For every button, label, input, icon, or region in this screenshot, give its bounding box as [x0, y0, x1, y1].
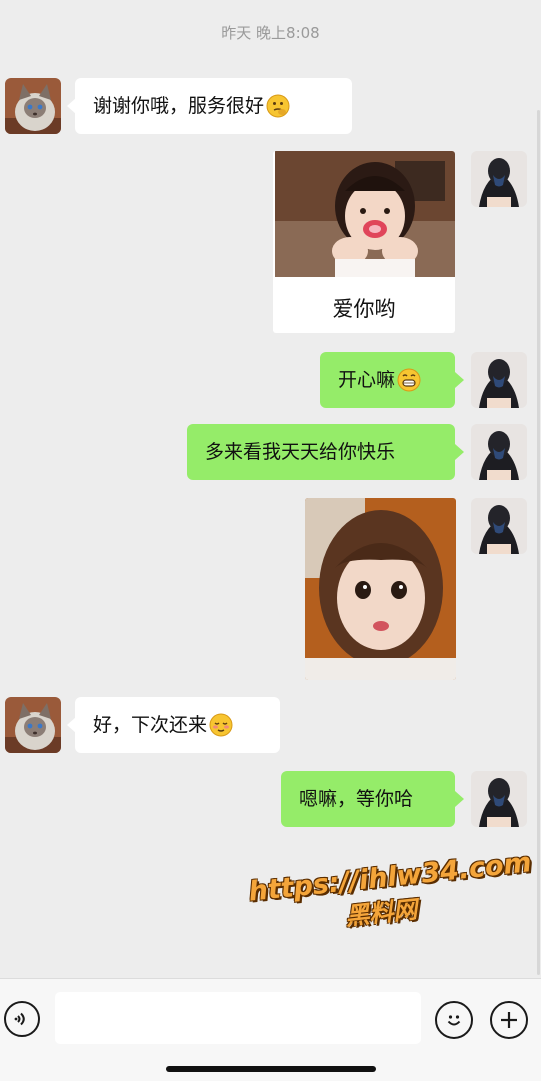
self-avatar[interactable] — [471, 424, 527, 480]
message-bubble[interactable]: 开心嘛 — [320, 352, 455, 408]
self-avatar[interactable] — [471, 498, 527, 554]
voice-icon[interactable] — [4, 1001, 40, 1037]
emoji-icon[interactable] — [435, 1001, 473, 1039]
message-bubble[interactable]: 多来看我天天给你快乐 — [187, 424, 455, 480]
self-avatar[interactable] — [471, 151, 527, 207]
plus-icon[interactable] — [490, 1001, 528, 1039]
message-text: 开心嘛 — [338, 368, 396, 391]
bubble-tail — [455, 372, 464, 388]
blushing-face-icon — [209, 713, 233, 737]
message-bubble[interactable]: 好，下次还来 — [75, 697, 280, 753]
message-text: 嗯嘛，等你哈 — [299, 787, 414, 810]
message-text: 好，下次还来 — [93, 713, 208, 736]
toddler-blowing-kiss-sticker — [275, 151, 455, 277]
home-indicator — [166, 1066, 376, 1072]
chat-timestamp: 昨天 晚上8:08 — [221, 24, 320, 42]
self-avatar[interactable] — [471, 771, 527, 827]
message-input[interactable] — [55, 992, 421, 1044]
message-bubble[interactable]: 嗯嘛，等你哈 — [281, 771, 455, 827]
message-bubble[interactable]: 谢谢你哦，服务很好 — [75, 78, 352, 134]
contact-avatar[interactable] — [5, 697, 61, 753]
sticker-message[interactable]: 爱你哟 — [273, 151, 455, 333]
toddler-portrait-photo[interactable] — [305, 498, 456, 680]
self-avatar[interactable] — [471, 352, 527, 408]
bubble-tail — [455, 791, 464, 807]
grinning-face-icon — [397, 368, 421, 392]
watermark-site-name: 黑料网 — [343, 895, 419, 931]
thinking-face-icon — [266, 94, 290, 118]
contact-avatar[interactable] — [5, 78, 61, 134]
scrollbar[interactable] — [537, 110, 540, 975]
message-text: 谢谢你哦，服务很好 — [93, 94, 265, 117]
sticker-caption: 爱你哟 — [332, 297, 396, 321]
message-text: 多来看我天天给你快乐 — [205, 440, 396, 463]
bubble-tail — [455, 444, 464, 460]
